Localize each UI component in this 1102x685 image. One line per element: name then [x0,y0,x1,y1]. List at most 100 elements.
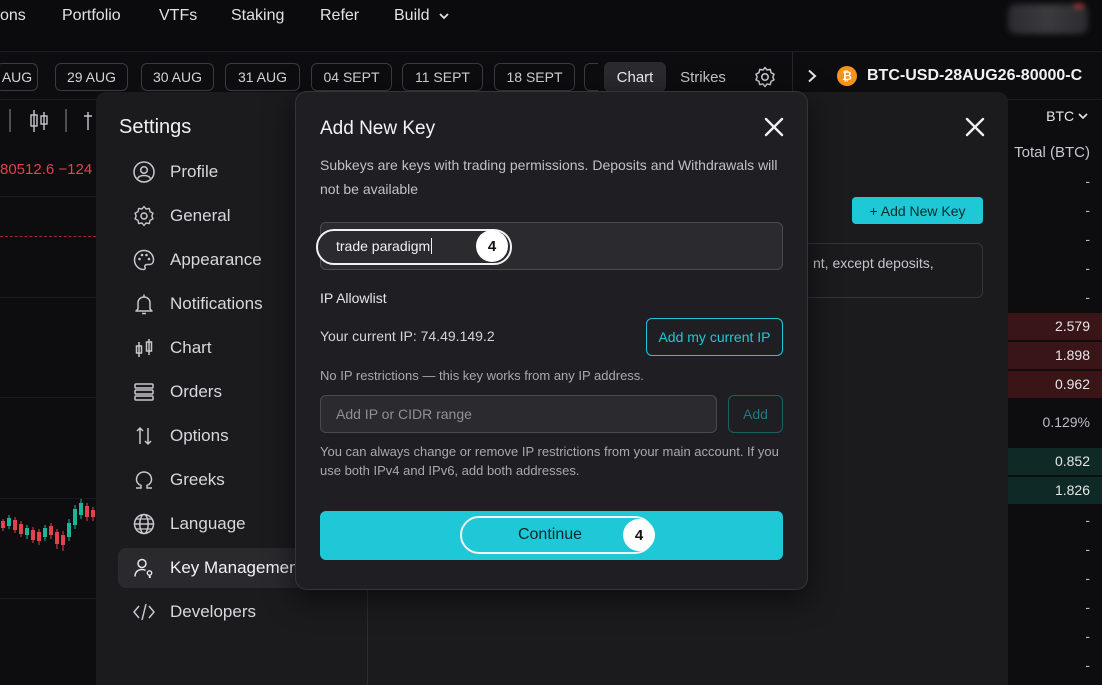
dialog-title: Add New Key [320,118,436,139]
expiry-chip[interactable]: 29 AUG [55,63,128,91]
key-name-value[interactable]: trade paradigm [336,238,433,254]
continue-label: Continue [517,526,583,543]
settings-item-label: Profile [170,162,219,181]
currency-selector[interactable]: BTC [1046,108,1088,124]
key-info-box: nt, except deposits, [790,243,983,298]
chevron-down-icon [439,13,449,20]
close-icon[interactable] [963,115,987,139]
top-nav: ons Portfolio VTFs Staking Refer Build [0,0,1102,52]
expiry-chip[interactable]: 30 AUG [141,63,214,91]
account-avatar[interactable] [1008,4,1088,34]
no-restrictions-text: No IP restrictions — this key works from… [320,368,644,383]
price-chart[interactable]: 80512.6 −124 [0,100,96,685]
bitcoin-icon: ₿ [837,66,857,86]
book-row[interactable]: - [1008,652,1102,679]
text-cursor [431,238,433,254]
price-label: 80512.6 −124 [0,161,93,178]
settings-item-label: Chart [170,338,212,357]
close-icon[interactable] [763,116,785,138]
currency-label: BTC [1046,108,1075,124]
dialog-description: Subkeys are keys with trading permission… [320,157,778,197]
up-down-arrows-icon [136,426,152,446]
tab-chart[interactable]: Chart [604,62,666,92]
grid-line [0,598,96,599]
book-row[interactable]: 1.826 [1008,477,1102,504]
expiry-chip[interactable]: 31 AUG [225,63,300,91]
globe-icon [133,513,155,535]
current-ip-text: Your current IP: 74.49.149.2 [320,328,495,344]
book-row[interactable]: - [1008,536,1102,563]
grid-line [0,297,96,298]
expiry-chip[interactable]: 18 SEPT [494,63,575,91]
chevron-right-icon[interactable] [805,69,819,83]
settings-item-label: Greeks [170,470,225,489]
settings-item-label: Options [170,426,229,445]
expiry-chip[interactable]: 11 SEPT [402,63,483,91]
palette-icon [133,249,155,271]
book-row[interactable]: - [1008,226,1102,253]
book-row[interactable]: 0.129% [1008,409,1102,436]
book-row[interactable]: 2.579 [1008,313,1102,340]
book-row[interactable]: - [1008,623,1102,650]
book-row[interactable]: 0.852 [1008,448,1102,475]
chart-toolbar[interactable] [0,106,96,136]
book-row[interactable]: - [1008,565,1102,592]
add-ip-button[interactable]: Add [728,395,783,433]
settings-item-label: Developers [170,602,256,621]
user-key-icon [134,558,153,578]
gear-icon[interactable] [753,65,777,89]
omega-icon [135,471,153,489]
book-row[interactable]: - [1008,594,1102,621]
expiry-chip[interactable]: 04 SEPT [311,63,392,91]
settings-item-label: Language [170,514,246,533]
nav-item-vtfs[interactable]: VTFs [159,7,197,25]
current-price-line [0,236,96,237]
settings-item-label: Orders [170,382,222,401]
nav-item-options[interactable]: ons [0,7,26,25]
add-new-key-dialog: Add New Key Subkeys are keys with tradin… [295,91,808,590]
settings-title: Settings [119,116,192,138]
expiry-chip[interactable]: AUG [0,63,38,91]
nav-item-build[interactable]: Build [394,7,450,25]
book-row[interactable]: 0.962 [1008,371,1102,398]
candlestick-icon[interactable] [30,110,48,132]
book-row[interactable]: - [1008,507,1102,534]
book-column-header: Total (BTC) [1014,144,1090,161]
gear-icon [134,205,154,227]
candlestick-icon [135,339,153,357]
settings-item-developers[interactable]: Developers [118,592,368,632]
book-row[interactable]: - [1008,168,1102,195]
step-badge: 4 [623,519,655,551]
candles [1,499,95,551]
ip-allowlist-title: IP Allowlist [320,290,387,306]
grid-line [0,196,96,197]
settings-item-label: Appearance [170,250,262,269]
book-row[interactable]: 1.898 [1008,342,1102,369]
key-name-text: trade paradigm [336,238,431,254]
settings-item-label: General [170,206,231,225]
nav-item-refer[interactable]: Refer [320,7,359,25]
settings-item-label: Key Management [170,558,304,577]
settings-item-label: Notifications [170,294,263,313]
book-row[interactable]: - [1008,255,1102,282]
chevron-down-icon [1078,113,1088,120]
divider [367,590,368,685]
bell-icon [135,294,153,315]
tab-strikes[interactable]: Strikes [670,62,736,92]
book-row[interactable]: - [1008,197,1102,224]
ip-note: You can always change or remove IP restr… [320,444,779,478]
instrument-selector[interactable]: ₿ BTC-USD-28AUG26-80000-C [805,64,1082,88]
nav-item-portfolio[interactable]: Portfolio [62,7,121,25]
key-info-text: nt, except deposits, [813,255,934,271]
instrument-name: BTC-USD-28AUG26-80000-C [867,67,1083,84]
add-current-ip-button[interactable]: Add my current IP [646,318,783,356]
nav-item-build-label: Build [394,7,430,24]
expiry-chip-partial[interactable] [584,63,598,91]
list-icon [134,383,154,401]
book-row[interactable]: - [1008,284,1102,311]
code-icon [133,603,155,621]
add-new-key-button[interactable]: + Add New Key [852,197,983,224]
user-icon [133,161,155,183]
ip-cidr-input[interactable]: Add IP or CIDR range [320,395,717,433]
nav-item-staking[interactable]: Staking [231,7,284,25]
